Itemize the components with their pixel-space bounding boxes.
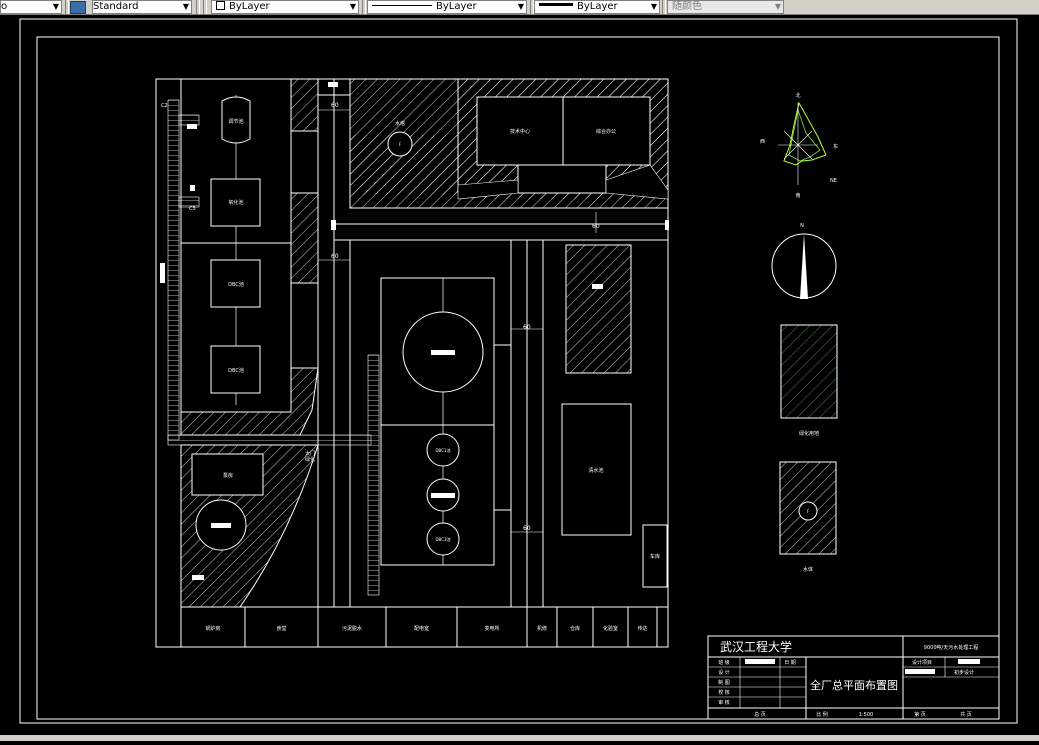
bottom-row-label: 污泥脱水 xyxy=(342,625,362,632)
dbc-tank-2-label-block xyxy=(431,493,455,498)
chevron-down-icon[interactable]: ▼ xyxy=(651,1,657,13)
chevron-down-icon[interactable]: ▼ xyxy=(350,1,356,13)
pipe-ladder-bottom xyxy=(167,434,372,446)
bottom-label-1: 总 页 xyxy=(754,711,766,718)
properties-toolbar: o ▼ Standard ▼ ByLayer ▼ ByLayer ▼ ByLay… xyxy=(0,0,1039,15)
dbc-tank-3-label: DBC3池 xyxy=(435,536,450,542)
bottom-row-label: 机修 xyxy=(537,625,547,632)
water-tower-label: 水塔 xyxy=(395,120,405,127)
legend-green xyxy=(780,324,838,419)
wind-rose-north: 北 xyxy=(795,92,800,99)
chevron-down-icon[interactable]: ▼ xyxy=(53,1,59,13)
title-block-row-label: 制 图 xyxy=(718,679,730,686)
office-admin-label: 综合办公 xyxy=(596,128,616,135)
color-swatch-icon xyxy=(216,1,225,10)
gate-label: 大门 xyxy=(305,450,315,457)
east-block-mark xyxy=(592,284,603,289)
toolbar-separator xyxy=(65,0,69,14)
toolbar-separator xyxy=(196,0,200,14)
bottom-row-label: 食堂 xyxy=(276,625,286,632)
tank-a-label: 氧化池 xyxy=(228,199,243,206)
wind-rose-south: 南 xyxy=(795,192,800,199)
school-name: 武汉工程大学 xyxy=(720,639,792,654)
marker-block xyxy=(187,124,197,129)
chevron-down-icon: ▼ xyxy=(774,2,781,11)
garage-label: 车库 xyxy=(650,553,660,560)
office-center-label: 技术中心 xyxy=(510,128,530,135)
clear-water-pool-label: 清水池 xyxy=(588,467,603,474)
pipe-ladder-left xyxy=(167,99,180,441)
chevron-down-icon[interactable]: ▼ xyxy=(518,1,524,13)
bottom-row-label: 变电所 xyxy=(484,625,499,632)
east-green-block xyxy=(565,244,632,374)
wind-rose-east: 东 xyxy=(833,143,838,150)
scale-value: 1:500 xyxy=(859,712,873,718)
clarifier-label-block xyxy=(431,350,455,355)
bottom-row-label: 锅炉房 xyxy=(205,625,220,632)
pipe-ladder-center xyxy=(367,354,380,596)
pump-house-label: 泵房 xyxy=(223,472,233,479)
bottom-row-label: 仓库 xyxy=(570,625,580,632)
dim-60: 60 xyxy=(331,102,339,109)
drawing-area[interactable]: C2 C3 调节池 氧化池 DBC池 DBC池 60 60 60 60 60 技… xyxy=(0,15,1039,741)
bottom-row-label: 化验室 xyxy=(603,625,618,632)
tank-c-label: DBC池 xyxy=(228,367,244,374)
bottom-label-3: 第 页 xyxy=(914,711,926,718)
color-select[interactable]: ByLayer ▼ xyxy=(211,0,359,14)
tank-b-label: DBC池 xyxy=(228,281,244,288)
wind-rose-west: 西 xyxy=(760,139,765,145)
marker-c2: C2 xyxy=(161,103,168,109)
title-block-row-label: 班 级 xyxy=(718,659,730,666)
title-block-row-label: 校 核 xyxy=(718,689,730,696)
pool-label-block xyxy=(211,523,231,528)
dim-60: 60 xyxy=(523,525,531,532)
green-label: 绿化 xyxy=(305,456,315,463)
project-label: 设计项目 xyxy=(912,659,932,666)
drawing-title: 全厂总平面布置图 xyxy=(810,678,898,692)
green-strip xyxy=(290,192,319,284)
wind-rose: 北 东 南 西 NE xyxy=(760,92,838,199)
text-style-icon[interactable] xyxy=(70,1,86,14)
lineweight-select[interactable]: ByLayer ▼ xyxy=(534,0,660,14)
status-bar-fragment xyxy=(0,735,1039,741)
marker-block xyxy=(190,185,195,191)
title-block-row-label: 审 核 xyxy=(718,699,730,706)
bottom-label-4: 共 页 xyxy=(960,711,972,718)
north-arrow-label: N xyxy=(800,223,804,229)
stage-label: 初步设计 xyxy=(954,669,974,676)
plot-style-select: 随颜色 ▼ xyxy=(667,0,784,14)
toolbar-separator xyxy=(662,0,666,14)
title-block-row-label: 设 计 xyxy=(718,669,730,676)
bottom-row-label: 传达 xyxy=(637,625,647,632)
site-plan-drawing: C2 C3 调节池 氧化池 DBC池 DBC池 60 60 60 60 60 技… xyxy=(19,18,1018,724)
lineweight-sample xyxy=(539,3,573,6)
dim-60: 60 xyxy=(523,324,531,331)
pipe-ladder-top xyxy=(178,114,200,126)
green-strip xyxy=(290,78,319,132)
toolbar-separator xyxy=(362,0,366,14)
date-label: 日 期 xyxy=(784,660,796,666)
chevron-down-icon[interactable]: ▼ xyxy=(183,1,189,13)
text-style-select[interactable]: Standard ▼ xyxy=(92,0,192,14)
wind-rose-note: NE xyxy=(830,178,837,184)
legend-green-label: 绿化用地 xyxy=(799,430,819,437)
marker-c3: C3 xyxy=(189,206,196,212)
left-combo-fragment[interactable]: o ▼ xyxy=(0,0,62,14)
project-name: 9000吨/天污水处理工程 xyxy=(924,644,978,651)
north-arrow: N xyxy=(771,223,837,299)
office-annex xyxy=(517,164,607,194)
legend-water-label: 水体 xyxy=(803,566,813,573)
upper-tank-label: 调节池 xyxy=(228,118,243,125)
sw-mark xyxy=(192,575,204,580)
dbc-tank-1-label: DBC1池 xyxy=(435,447,450,453)
dim-60: 60 xyxy=(331,253,339,260)
bottom-row-label: 配电室 xyxy=(414,625,429,632)
bottom-label-2: 比 例 xyxy=(816,711,828,718)
marker-block xyxy=(160,263,165,283)
title-block: 武汉工程大学 9000吨/天污水处理工程 全厂总平面布置图 班 级设 计制 图校… xyxy=(707,635,1000,720)
linetype-select[interactable]: ByLayer ▼ xyxy=(367,0,527,14)
linetype-sample xyxy=(372,5,432,6)
toolbar-separator xyxy=(203,0,207,14)
